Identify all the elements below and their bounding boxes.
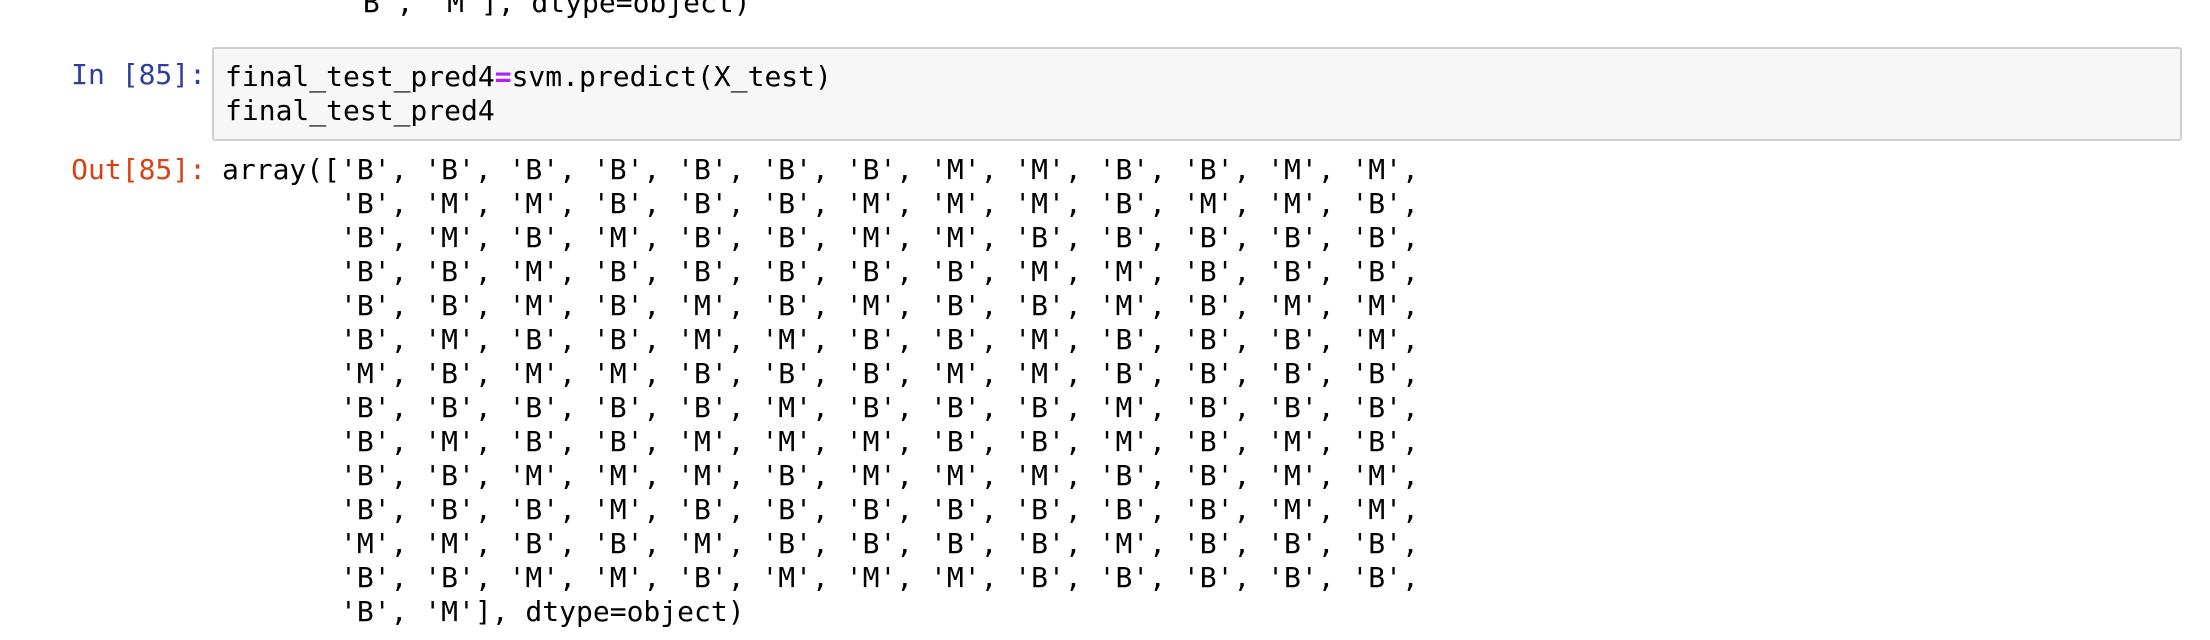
input-prompt: In [85]:	[71, 58, 206, 91]
cell-output: array(['B', 'B', 'B', 'B', 'B', 'B', 'B'…	[222, 153, 1419, 629]
output-line: 'B', 'B', 'B', 'B', 'B', 'M', 'B', 'B', …	[222, 391, 1419, 424]
output-prompt: Out[85]:	[71, 153, 206, 186]
code-line-2: final_test_pred4	[225, 94, 495, 127]
output-line: 'M', 'M', 'B', 'B', 'M', 'B', 'B', 'B', …	[222, 527, 1419, 560]
code-line-1: final_test_pred4=svm.predict(X_test)	[225, 60, 832, 94]
output-line: 'B', 'M', 'B', 'B', 'M', 'M', 'B', 'B', …	[222, 323, 1419, 356]
output-line: 'B', 'B', 'B', 'M', 'B', 'B', 'B', 'B', …	[222, 493, 1419, 526]
code-assign-operator: =	[494, 60, 512, 93]
output-line: array(['B', 'B', 'B', 'B', 'B', 'B', 'B'…	[222, 153, 1419, 186]
output-line: 'B', 'B', 'M', 'B', 'B', 'B', 'B', 'B', …	[222, 255, 1419, 288]
code-variable: final_test_pred4	[225, 60, 495, 93]
output-line: 'B', 'M', 'B', 'B', 'M', 'M', 'M', 'B', …	[222, 425, 1419, 458]
output-line: 'B', 'M', 'M', 'B', 'B', 'B', 'M', 'M', …	[222, 187, 1419, 220]
output-line: 'B', 'M'], dtype=object)	[222, 595, 745, 628]
output-line: 'B', 'B', 'M', 'M', 'M', 'B', 'M', 'M', …	[222, 459, 1419, 492]
output-line: 'M', 'B', 'M', 'M', 'B', 'B', 'B', 'M', …	[222, 357, 1419, 390]
output-line: 'B', 'B', 'M', 'B', 'M', 'B', 'M', 'B', …	[222, 289, 1419, 322]
code-cell-input[interactable]: final_test_pred4=svm.predict(X_test) fin…	[212, 47, 2182, 141]
previous-cell-output: 'B', 'M'], dtype=object)	[346, 0, 751, 19]
output-line: 'B', 'B', 'M', 'M', 'B', 'M', 'M', 'M', …	[222, 561, 1419, 594]
output-line: 'B', 'M', 'B', 'M', 'B', 'B', 'M', 'M', …	[222, 221, 1419, 254]
code-call: svm.predict(X_test)	[511, 60, 832, 93]
